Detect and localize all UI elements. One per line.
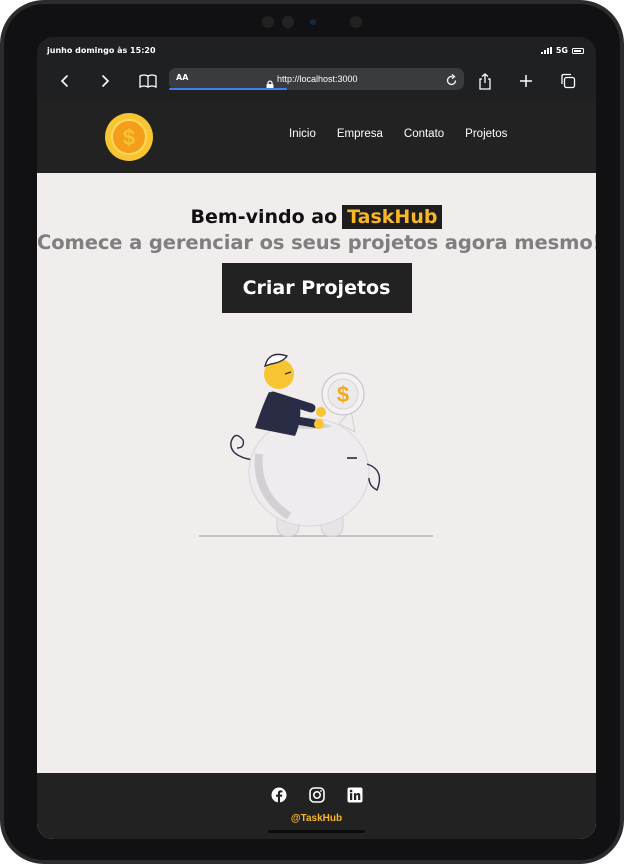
browser-toolbar: AA http://localhost:3000 [37, 63, 596, 99]
nav-link-contato[interactable]: Contato [404, 128, 444, 140]
sensor-dot [282, 16, 294, 28]
address-bar[interactable]: AA http://localhost:3000 [169, 68, 464, 90]
instagram-icon[interactable] [309, 787, 325, 803]
signal-icon [540, 47, 552, 54]
piggy-bank-illustration: $ [199, 344, 435, 548]
book-icon[interactable] [136, 69, 160, 93]
hero-title: Bem-vindo ao TaskHub [37, 205, 596, 229]
hero-section: Bem-vindo ao TaskHub Comece a gerenciar … [37, 205, 596, 313]
dollar-coin-icon[interactable]: $ [105, 113, 153, 161]
nav-link-empresa[interactable]: Empresa [337, 128, 383, 140]
logo-coin-face: $ [111, 119, 147, 155]
text-size-button[interactable]: AA [176, 73, 188, 82]
lock-icon [266, 74, 274, 93]
nav-link-projetos[interactable]: Projetos [465, 128, 507, 140]
status-time: junho domingo às 15:20 [47, 46, 156, 55]
hero-title-prefix: Bem-vindo ao [190, 206, 338, 228]
web-page: $ Inicio Empresa Contato Projetos Bem-vi… [37, 99, 596, 839]
camera-lens [310, 19, 316, 25]
tablet-frame: junho domingo às 15:20 5G AA http://loca… [0, 0, 624, 864]
create-projects-button[interactable]: Criar Projetos [221, 263, 412, 313]
brand-highlight: TaskHub [342, 205, 443, 229]
sensor-dot [350, 16, 362, 28]
screen: junho domingo às 15:20 5G AA http://loca… [37, 37, 596, 839]
battery-icon [572, 47, 584, 54]
chevron-left-icon[interactable] [53, 69, 77, 93]
status-indicators: 5G [540, 46, 584, 55]
home-indicator[interactable] [268, 830, 365, 833]
status-bar: junho domingo às 15:20 5G [37, 37, 596, 63]
main-nav: Inicio Empresa Contato Projetos [289, 128, 507, 140]
dollar-sign-icon: $ [122, 125, 136, 150]
hero-subtitle: Comece a gerenciar os seus projetos agor… [37, 231, 596, 254]
tablet-bezel: junho domingo às 15:20 5G AA http://loca… [4, 4, 620, 860]
network-label: 5G [555, 46, 568, 55]
tabs-icon[interactable] [556, 69, 580, 93]
chevron-right-icon[interactable] [93, 69, 117, 93]
camera-bar [254, 12, 384, 32]
social-links [271, 787, 363, 803]
reload-icon[interactable] [445, 72, 458, 91]
site-header: $ Inicio Empresa Contato Projetos [37, 99, 596, 173]
url-text: http://localhost:3000 [277, 74, 358, 84]
plus-icon[interactable] [514, 69, 538, 93]
page-load-progress [169, 88, 287, 90]
svg-text:$: $ [337, 382, 349, 407]
share-icon[interactable] [473, 69, 497, 93]
facebook-icon[interactable] [271, 787, 287, 803]
nav-link-inicio[interactable]: Inicio [289, 128, 316, 140]
footer-handle[interactable]: @TaskHub [37, 813, 596, 824]
sensor-dot [262, 16, 274, 28]
linkedin-icon[interactable] [347, 787, 363, 803]
